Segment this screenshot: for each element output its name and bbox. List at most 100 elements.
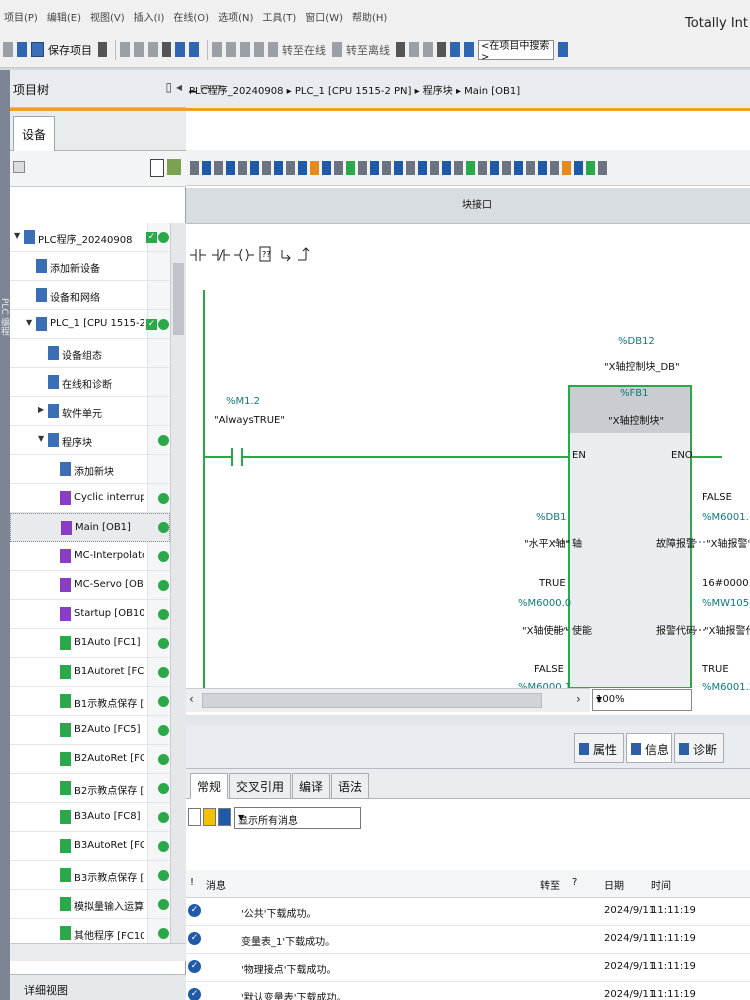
start-cpu-icon[interactable] — [423, 42, 433, 57]
new-project-icon[interactable] — [3, 42, 13, 57]
editor-tool-icon[interactable] — [298, 160, 307, 175]
tree-item[interactable]: B2示教点保存 [FC4] — [10, 774, 170, 803]
editor-tool-icon[interactable] — [238, 160, 247, 175]
collapse-panel-icon[interactable]: ▯ ◂ — [166, 80, 182, 94]
col-message[interactable]: 消息 — [206, 877, 226, 892]
col-severity[interactable]: ! — [190, 877, 194, 888]
instance-db-name[interactable]: "X轴控制块_DB" — [604, 358, 680, 373]
tab-diagnostics[interactable]: 诊断 — [674, 733, 724, 763]
editor-tool-icon[interactable] — [322, 160, 331, 175]
message-row[interactable]: ✓ '物理接点'下载成功。 2024/9/11 11:11:19 — [186, 954, 750, 982]
collapse-arrow-icon[interactable]: ▶ — [38, 405, 44, 414]
editor-tool-icon[interactable] — [358, 160, 367, 175]
error-filter-icon[interactable] — [188, 808, 201, 826]
menu-view[interactable]: 视图(V) — [90, 9, 125, 24]
redo-icon[interactable] — [189, 42, 199, 57]
menu-help[interactable]: 帮助(H) — [352, 9, 387, 24]
editor-tool-icon[interactable] — [574, 160, 583, 175]
open-project-icon[interactable] — [17, 42, 27, 57]
tree-item[interactable]: 添加新块 — [10, 455, 170, 484]
go-offline-button[interactable]: 转至离线 — [346, 42, 390, 58]
search-go-icon[interactable] — [558, 42, 568, 57]
go-offline-icon[interactable] — [332, 42, 342, 57]
editor-tool-icon[interactable] — [406, 160, 415, 175]
editor-tool-icon[interactable] — [286, 160, 295, 175]
copy-icon[interactable] — [134, 42, 144, 57]
tree-item[interactable]: B1Autoret [FC2] — [10, 658, 170, 687]
tree-item[interactable]: B1示教点保存 [FC3] — [10, 687, 170, 716]
editor-tool-icon[interactable] — [490, 160, 499, 175]
editor-tool-icon[interactable] — [466, 160, 475, 175]
side-tab-plc-programming[interactable]: PLC 编程 — [0, 70, 10, 1000]
tree-item[interactable]: Cyclic interrupt [OB30] — [10, 484, 170, 513]
zoom-select[interactable]: 100% ▼ — [592, 689, 692, 711]
cross-reference-icon[interactable] — [409, 42, 419, 57]
axis-operand[interactable]: "水平X轴" — [524, 535, 570, 550]
editor-tool-icon[interactable] — [598, 160, 607, 175]
download-icon[interactable] — [226, 42, 236, 57]
subtab-syntax[interactable]: 语法 — [331, 773, 369, 799]
contact-name[interactable]: "AlwaysTRUE" — [214, 415, 285, 426]
scroll-left-icon[interactable]: ‹ — [189, 692, 194, 706]
info-filter-icon[interactable] — [218, 808, 231, 826]
tab-info[interactable]: 信息 — [626, 733, 672, 763]
col-time[interactable]: 时间 — [651, 877, 671, 892]
message-row[interactable]: ✓ '默认变量表'下载成功。 2024/9/11 11:11:19 — [186, 982, 750, 1000]
editor-tool-icon[interactable] — [394, 160, 403, 175]
tab-properties[interactable]: 属性 — [574, 733, 624, 763]
tree-item[interactable]: B3示教点保存 [FC7] — [10, 861, 170, 890]
tree-vertical-scrollbar[interactable] — [170, 223, 186, 943]
warning-filter-icon[interactable] — [203, 808, 216, 826]
menu-tools[interactable]: 工具(T) — [262, 9, 296, 24]
tree-item[interactable]: B2AutoRet [FC6] — [10, 745, 170, 774]
tree-options-icon[interactable] — [13, 161, 25, 173]
split-vertical-icon[interactable] — [464, 42, 474, 57]
go-online-button[interactable]: 转至在线 — [282, 42, 326, 58]
fb-name[interactable]: "X轴控制块" — [608, 412, 664, 427]
stop-cpu-icon[interactable] — [437, 42, 446, 57]
inspector-splitter[interactable] — [186, 715, 750, 725]
menu-insert[interactable]: 插入(I) — [134, 9, 165, 24]
message-row[interactable]: ✓ 变量表_1'下载成功。 2024/9/11 11:11:19 — [186, 926, 750, 954]
undo-icon[interactable] — [175, 42, 185, 57]
subtab-cross-references[interactable]: 交叉引用 — [229, 773, 291, 799]
project-search-input[interactable]: <在项目中搜索> — [478, 39, 554, 63]
tree-item[interactable]: 模拟量输入运算 [F... — [10, 890, 170, 919]
no-contact-icon[interactable] — [190, 249, 206, 261]
subtab-general[interactable]: 常规 — [190, 773, 228, 799]
scrollbar-thumb[interactable] — [202, 693, 542, 708]
tab-devices[interactable]: 设备 — [13, 116, 55, 151]
detail-view-bar[interactable]: 详细视图 — [10, 974, 186, 1000]
col-goto[interactable]: 转至 — [540, 877, 560, 892]
nc-contact-icon[interactable] — [212, 249, 230, 261]
expand-arrow-icon[interactable]: ▼ — [38, 434, 44, 443]
message-row[interactable]: ✓ '公共'下载成功。 2024/9/11 11:11:19 — [186, 898, 750, 926]
editor-tool-icon[interactable] — [502, 160, 511, 175]
tree-item[interactable]: Main [OB1] — [10, 513, 170, 542]
tree-item[interactable]: 在线和诊断 — [10, 368, 170, 397]
message-filter-select[interactable]: 显示所有消息 ▼ — [234, 807, 361, 829]
cut-icon[interactable] — [120, 42, 130, 57]
tree-item[interactable]: ▶ 软件单元 — [10, 397, 170, 426]
menu-window[interactable]: 窗口(W) — [305, 9, 343, 24]
editor-tool-icon[interactable] — [334, 160, 343, 175]
editor-tool-icon[interactable] — [538, 160, 547, 175]
editor-tool-icon[interactable] — [346, 160, 355, 175]
expand-arrow-icon[interactable]: ▼ — [14, 231, 20, 240]
tree-item[interactable]: B3Auto [FC8] — [10, 803, 170, 832]
tree-horizontal-scrollbar[interactable] — [10, 943, 186, 961]
enable-operand[interactable]: "X轴使能" — [522, 622, 568, 637]
col-help[interactable]: ? — [572, 877, 577, 888]
branch-close-icon[interactable] — [298, 247, 310, 261]
editor-tool-icon[interactable] — [562, 160, 571, 175]
editor-tool-icon[interactable] — [214, 160, 223, 175]
editor-tool-icon[interactable] — [586, 160, 595, 175]
tree-item[interactable]: Startup [OB100] — [10, 600, 170, 629]
editor-tool-icon[interactable] — [526, 160, 535, 175]
scrollbar-thumb[interactable] — [173, 263, 184, 335]
delete-icon[interactable] — [162, 42, 171, 57]
col-date[interactable]: 日期 — [604, 877, 624, 892]
editor-tool-icon[interactable] — [550, 160, 559, 175]
editor-tool-icon[interactable] — [514, 160, 523, 175]
tree-item[interactable]: B1Auto [FC1] — [10, 629, 170, 658]
